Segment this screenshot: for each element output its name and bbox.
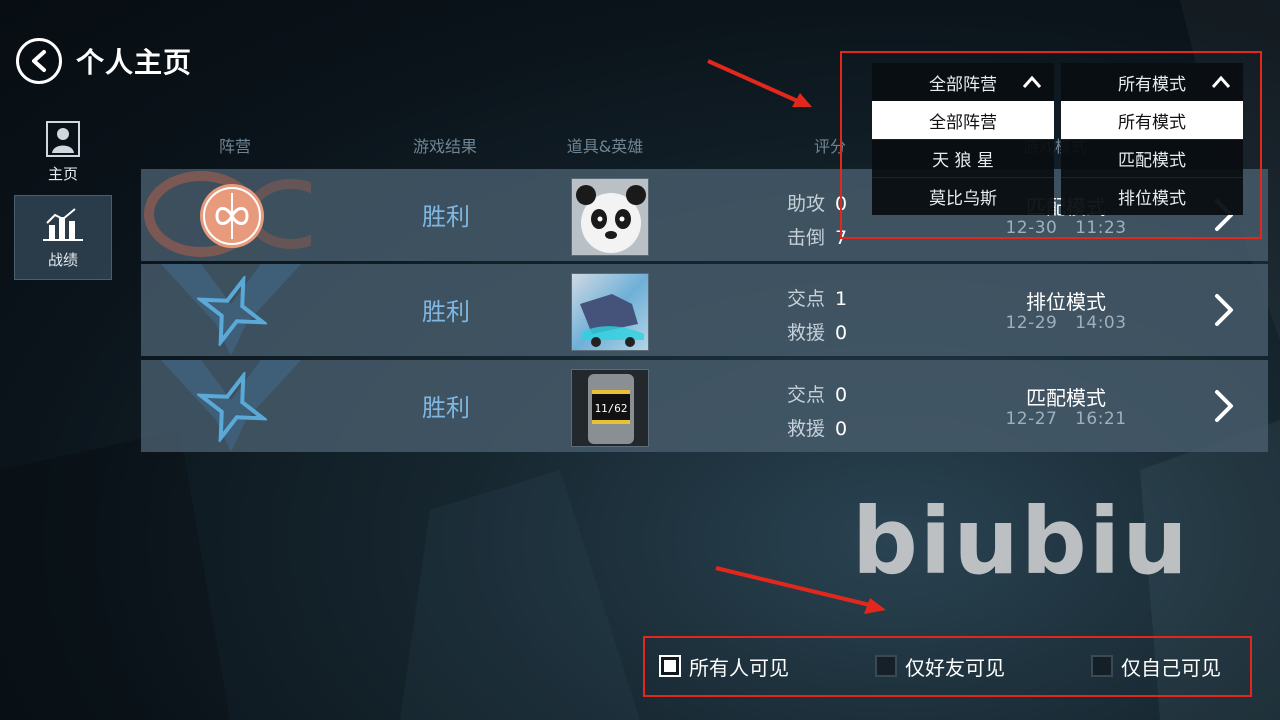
annotation-box-filters [840,51,1262,239]
stat-value: 0 [835,322,848,344]
mode-label: 匹配模式 [1026,386,1106,410]
nav-label-records: 战绩 [47,251,78,269]
chevron-right-icon[interactable] [1211,388,1237,424]
match-time: 12-27 16:21 [996,409,1136,429]
stat-line: 救援 0 [787,318,847,345]
match-clock: 14:03 [1075,313,1127,333]
visibility-label: 仅自己可见 [1121,655,1221,680]
checkbox-unchecked[interactable] [875,655,897,677]
checkbox-checked[interactable] [659,655,681,677]
result-label: 胜利 [422,298,470,326]
page-title: 个人主页 [76,46,193,79]
watch-display-text: 11/62 [594,402,627,415]
visibility-option-friends[interactable]: 仅好友可见 [875,652,1005,680]
side-nav: 主页 战绩 [14,110,112,280]
stat-label: 交点 [787,288,826,310]
match-date: 12-29 [1005,313,1058,333]
table-row[interactable]: 胜利 交点 1 救援 0 排位模式 12-29 14:03 [141,264,1268,356]
stat-line: 救援 0 [787,414,847,441]
stat-value: 1 [835,288,848,310]
stat-line: 助攻 0 [787,189,847,216]
star-emblem-icon [197,276,267,346]
column-header-faction: 阵营 [218,137,251,156]
result-label: 胜利 [422,394,470,422]
stat-label: 击倒 [787,227,826,249]
arrow-annotation-icon [707,59,812,107]
match-clock: 16:21 [1075,409,1127,429]
mode-label: 排位模式 [1026,290,1106,314]
watch-item-image: 11/62 [571,369,649,447]
visibility-option-self[interactable]: 仅自己可见 [1091,652,1221,680]
skate-item-image [571,273,649,351]
star-emblem-icon [197,372,267,442]
result-label: 胜利 [422,203,470,231]
infinity-emblem-icon [200,184,264,248]
stat-line: 击倒 7 [787,223,847,250]
table-row[interactable]: 胜利 11/62 交点 0 救援 0 匹配模式 12-27 16:21 [141,360,1268,452]
visibility-option-everyone[interactable]: 所有人可见 [659,652,789,680]
nav-label-home: 主页 [47,165,78,183]
chevron-left-icon [32,50,46,72]
stat-label: 交点 [787,384,826,406]
stat-line: 交点 0 [787,380,847,407]
stat-value: 0 [835,418,848,440]
bar-chart-icon [43,208,83,241]
nav-item-records[interactable]: 战绩 [14,195,112,280]
stat-value: 0 [835,384,848,406]
watermark-text: biubiu [852,488,1190,595]
match-time: 12-29 14:03 [996,313,1136,333]
panda-hero-portrait [571,178,649,256]
chevron-right-icon[interactable] [1211,292,1237,328]
stat-label: 助攻 [787,193,826,215]
stat-line: 交点 1 [787,284,847,311]
stat-label: 救援 [787,322,826,344]
back-button[interactable] [16,38,62,84]
visibility-label: 仅好友可见 [905,655,1005,680]
visibility-label: 所有人可见 [689,655,789,680]
column-header-result: 游戏结果 [412,137,477,156]
match-date: 12-27 [1005,409,1058,429]
checkbox-unchecked[interactable] [1091,655,1113,677]
column-header-items: 道具&英雄 [566,137,644,156]
nav-item-home[interactable]: 主页 [14,110,112,195]
profile-icon [46,121,80,157]
header: 个人主页 [16,38,192,84]
stat-label: 救援 [787,418,826,440]
